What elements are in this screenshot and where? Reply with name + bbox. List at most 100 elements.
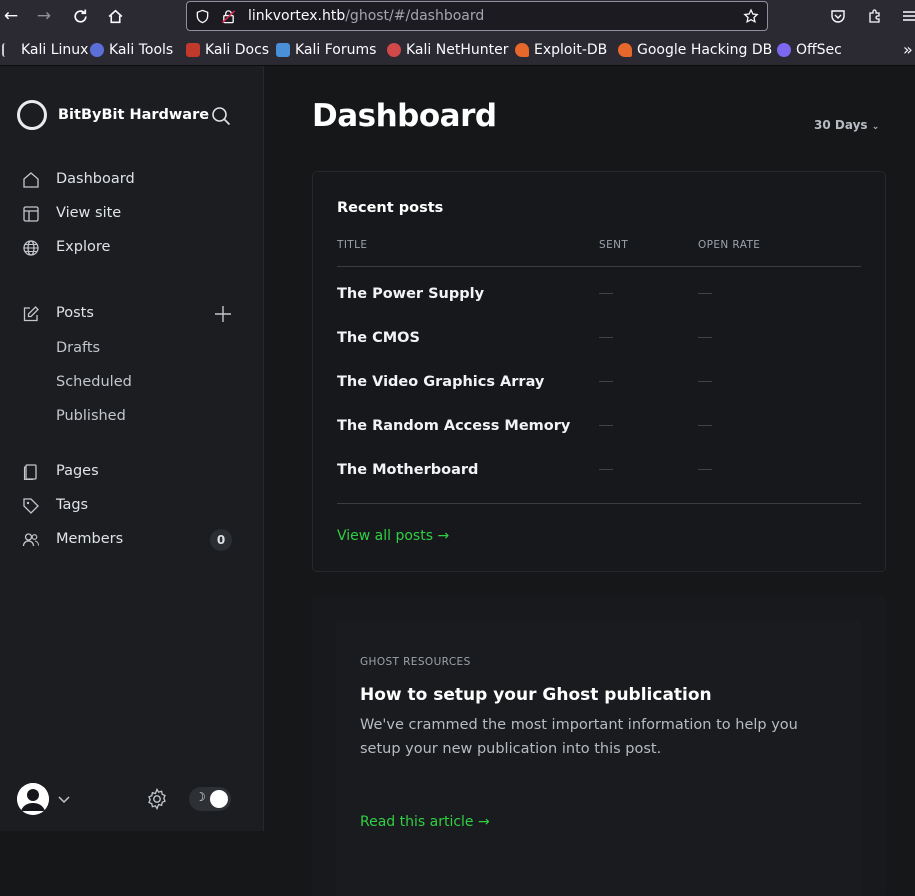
table-row[interactable]: The Video Graphics Array — [337, 364, 861, 408]
url-bar[interactable]: linkvortex.htb/ghost/#/dashboard — [186, 1, 768, 31]
bookmark-label: Kali NetHunter — [406, 42, 509, 58]
bookmark-label: Exploit-DB — [534, 42, 608, 58]
main-content: Dashboard 30 Days ⌄ Recent posts TITLE S… — [264, 66, 915, 896]
post-title[interactable]: The Random Access Memory — [337, 418, 570, 434]
new-post-plus-icon[interactable] — [213, 304, 233, 324]
bookmark-label: Kali Tools — [109, 42, 174, 58]
resource-panel: GHOST RESOURCES How to setup your Ghost … — [336, 620, 862, 896]
post-title[interactable]: The Video Graphics Array — [337, 374, 544, 390]
kali-tools-icon — [90, 43, 104, 57]
url-host: linkvortex.htb — [248, 8, 346, 24]
column-header-sent: SENT — [599, 239, 629, 251]
bookmark-kali-forums[interactable]: Kali Forums — [276, 42, 376, 58]
read-article-link[interactable]: Read this article → — [360, 814, 490, 830]
members-count-badge: 0 — [210, 529, 232, 551]
search-icon[interactable] — [211, 106, 231, 126]
sidebar-item-view-site[interactable]: View site — [0, 199, 264, 229]
chevron-down-icon: ⌄ — [871, 122, 880, 132]
kali-docs-icon — [186, 43, 200, 57]
sidebar-item-label: Explore — [56, 239, 111, 255]
shield-icon[interactable] — [194, 8, 210, 24]
pocket-icon[interactable] — [827, 6, 849, 26]
date-range-select[interactable]: 30 Days ⌄ — [814, 118, 879, 132]
empty-value — [698, 381, 712, 382]
edit-icon — [22, 305, 40, 323]
bookmarks-bar: Kali Linux Kali Tools Kali Docs Kali For… — [0, 33, 915, 66]
sidebar-item-label: Members — [56, 531, 124, 547]
empty-value — [599, 381, 613, 382]
kali-forums-icon — [276, 43, 290, 57]
bookmark-offsec[interactable]: OffSec — [777, 42, 842, 58]
sidebar-item-label: Dashboard — [56, 171, 135, 187]
column-header-open-rate: OPEN RATE — [698, 239, 761, 251]
ghdb-icon — [618, 43, 632, 57]
date-range-label: 30 Days — [814, 118, 868, 132]
forward-icon[interactable]: → — [33, 6, 55, 26]
empty-value — [599, 425, 613, 426]
exploit-db-icon — [515, 43, 529, 57]
table-row[interactable]: The Power Supply — [337, 276, 861, 320]
column-header-title: TITLE — [337, 239, 368, 251]
sidebar-item-label: Tags — [56, 497, 89, 513]
site-title[interactable]: BitByBit Hardware — [58, 107, 209, 123]
empty-value — [698, 337, 712, 338]
divider — [337, 266, 861, 267]
back-icon[interactable]: ← — [0, 6, 22, 26]
sidebar-item-members[interactable]: Members 0 — [0, 525, 264, 555]
post-title[interactable]: The Motherboard — [337, 462, 478, 478]
extensions-icon[interactable] — [864, 6, 886, 26]
post-title[interactable]: The Power Supply — [337, 286, 484, 302]
chevron-down-icon[interactable] — [57, 791, 71, 805]
bookmark-kali-linux[interactable]: Kali Linux — [2, 42, 88, 58]
table-row[interactable]: The Motherboard — [337, 452, 861, 496]
bookmark-kali-docs[interactable]: Kali Docs — [186, 42, 269, 58]
view-all-posts-link[interactable]: View all posts → — [337, 528, 449, 544]
sidebar-item-pages[interactable]: Pages — [0, 457, 264, 487]
sidebar-item-label: Pages — [56, 463, 99, 479]
layout-icon — [22, 205, 40, 223]
members-icon — [22, 531, 40, 549]
empty-value — [698, 469, 712, 470]
sidebar-item-drafts[interactable]: Drafts — [56, 340, 100, 356]
admin-sidebar: BitByBit Hardware Dashboard View site Ex… — [0, 66, 264, 831]
empty-value — [698, 293, 712, 294]
sidebar-item-explore[interactable]: Explore — [0, 233, 264, 263]
empty-value — [599, 293, 613, 294]
table-row[interactable]: The Random Access Memory — [337, 408, 861, 452]
nethunter-icon — [387, 43, 401, 57]
gear-icon[interactable] — [146, 788, 168, 810]
resource-title[interactable]: How to setup your Ghost publication — [360, 685, 712, 705]
sidebar-item-published[interactable]: Published — [56, 408, 126, 424]
bookmark-label: Kali Docs — [205, 42, 270, 58]
toggle-knob — [210, 790, 228, 808]
bookmark-google-hacking-db[interactable]: Google Hacking DB — [618, 42, 772, 58]
kali-dragon-icon — [2, 43, 16, 57]
home-icon — [22, 171, 40, 189]
bookmark-exploit-db[interactable]: Exploit-DB — [515, 42, 607, 58]
sidebar-item-scheduled[interactable]: Scheduled — [56, 374, 132, 390]
bookmark-label: OffSec — [796, 42, 842, 58]
not-secure-lock-icon[interactable] — [220, 8, 236, 24]
card-title: Recent posts — [337, 200, 444, 216]
sidebar-item-dashboard[interactable]: Dashboard — [0, 165, 264, 195]
tag-icon — [22, 497, 40, 515]
reload-icon[interactable] — [69, 6, 91, 26]
menu-icon[interactable] — [898, 6, 915, 26]
bookmarks-overflow-icon[interactable]: » — [903, 40, 913, 59]
bookmark-star-icon[interactable] — [743, 7, 759, 24]
post-title[interactable]: The CMOS — [337, 330, 420, 346]
home-page-icon[interactable] — [104, 6, 126, 26]
bookmark-kali-nethunter[interactable]: Kali NetHunter — [387, 42, 508, 58]
sidebar-item-posts[interactable]: Posts — [0, 299, 264, 329]
empty-value — [599, 337, 613, 338]
bookmark-kali-tools[interactable]: Kali Tools — [90, 42, 173, 58]
globe-icon — [22, 239, 40, 257]
table-row[interactable]: The CMOS — [337, 320, 861, 364]
avatar[interactable] — [17, 783, 49, 815]
sidebar-item-tags[interactable]: Tags — [0, 491, 264, 521]
browser-toolbar: ← → linkvortex.htb/ghost/#/dashboard — [0, 0, 915, 33]
sidebar-item-label: View site — [56, 205, 122, 221]
empty-value — [599, 469, 613, 470]
url-path: /ghost/#/dashboard — [345, 8, 485, 24]
dark-mode-toggle[interactable]: ☽ — [189, 787, 231, 811]
